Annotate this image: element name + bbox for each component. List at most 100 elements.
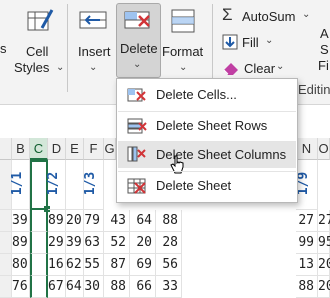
- grid-cell[interactable]: 39: [66, 232, 84, 254]
- grid-cell[interactable]: 89: [48, 210, 66, 232]
- column-header-e[interactable]: E: [66, 138, 84, 160]
- grid-cell[interactable]: 20: [130, 232, 156, 254]
- autosum-label: AutoSum: [242, 9, 296, 24]
- date-cell[interactable]: 1/9: [296, 160, 318, 210]
- grid-cell[interactable]: 28: [156, 232, 182, 254]
- grid-cell[interactable]: 87: [104, 254, 130, 276]
- chevron-down-icon: ⌄: [276, 61, 285, 72]
- grid-cell[interactable]: 80: [12, 254, 30, 276]
- column-header-g[interactable]: G: [104, 138, 116, 160]
- date-cell[interactable]: 1/1: [10, 160, 30, 210]
- grid-cell[interactable]: 13: [296, 254, 318, 276]
- grid-cell[interactable]: [30, 254, 48, 276]
- cell-styles-label-2: Styles: [14, 60, 50, 75]
- row-header[interactable]: [0, 232, 12, 254]
- grid-cell[interactable]: 99: [296, 232, 318, 254]
- grid-cell[interactable]: 27: [296, 210, 318, 232]
- delete-button[interactable]: Delete ⌄: [116, 3, 161, 78]
- grid-cell[interactable]: 39: [12, 210, 30, 232]
- date-cell[interactable]: 1/2: [46, 160, 66, 210]
- partial-label: s: [0, 41, 7, 56]
- menu-separator: [118, 111, 296, 112]
- grid-cell[interactable]: 64: [66, 276, 84, 298]
- grid-cell[interactable]: 27: [318, 210, 330, 232]
- grid-cell[interactable]: 29: [48, 232, 66, 254]
- fill-down-icon: [222, 34, 238, 50]
- grid-cell[interactable]: 66: [130, 276, 156, 298]
- grid-cell[interactable]: 67: [48, 276, 66, 298]
- grid-cell[interactable]: 30: [84, 276, 104, 298]
- chevron-down-icon: ⌄: [89, 62, 98, 73]
- cell-styles-icon: [27, 9, 54, 31]
- date-label: 1/1: [10, 171, 26, 196]
- delete-sheet-rows-icon: [127, 118, 147, 134]
- grid-cell[interactable]: 95: [318, 232, 330, 254]
- grid-cell[interactable]: 62: [66, 254, 84, 276]
- group-divider: [67, 4, 68, 92]
- grid-cell[interactable]: 20: [66, 210, 84, 232]
- grid-cell[interactable]: 89: [12, 232, 30, 254]
- grid-cell[interactable]: 20: [318, 254, 330, 276]
- grid-cell[interactable]: 55: [84, 254, 104, 276]
- grid-cell[interactable]: 64: [130, 210, 156, 232]
- menu-item-label: Delete Cells...: [156, 87, 237, 102]
- menu-item-delete-sheet[interactable]: Delete Sheet: [118, 173, 296, 199]
- mouse-cursor-icon: [170, 155, 184, 174]
- delete-dropdown-menu: Delete Cells... Delete Sheet Rows Delete…: [116, 78, 298, 203]
- column-header-n[interactable]: N: [296, 138, 318, 160]
- fill-label: Fill: [242, 35, 259, 50]
- column-header-f[interactable]: F: [84, 138, 104, 160]
- grid-cell[interactable]: 88: [156, 210, 182, 232]
- grid-cell[interactable]: 16: [48, 254, 66, 276]
- grid-cell[interactable]: 33: [156, 276, 182, 298]
- column-header-c[interactable]: C: [30, 138, 48, 160]
- menu-item-label: Delete Sheet Rows: [156, 118, 268, 133]
- row-header[interactable]: [0, 210, 12, 232]
- menu-item-label: Delete Sheet: [156, 178, 232, 193]
- delete-sheet-icon: [127, 178, 146, 194]
- column-header-b[interactable]: B: [12, 138, 30, 160]
- partial-label: A: [320, 26, 329, 41]
- row-header[interactable]: [0, 254, 12, 276]
- editing-group-label: Editing: [298, 82, 330, 97]
- grid-cell[interactable]: 88: [104, 276, 130, 298]
- eraser-icon: [223, 63, 238, 75]
- row-header[interactable]: [0, 276, 12, 298]
- grid-cell[interactable]: [30, 232, 48, 254]
- menu-item-delete-sheet-rows[interactable]: Delete Sheet Rows: [118, 113, 296, 139]
- format-button[interactable]: Format ⌄: [160, 4, 206, 76]
- insert-button[interactable]: Insert ⌄: [72, 4, 114, 76]
- grid-cell[interactable]: 76: [12, 276, 30, 298]
- grid-cell[interactable]: 43: [104, 210, 130, 232]
- grid-cell[interactable]: 20: [318, 276, 330, 298]
- grid-cell[interactable]: 52: [104, 232, 130, 254]
- delete-label: Delete: [120, 41, 158, 56]
- delete-cells-icon: [127, 88, 146, 102]
- grid-cell[interactable]: 63: [84, 232, 104, 254]
- menu-item-delete-sheet-columns[interactable]: Delete Sheet Columns: [118, 142, 296, 174]
- partial-label: Fi: [318, 58, 329, 73]
- chevron-down-icon: ⌄: [265, 35, 274, 46]
- column-header-o[interactable]: O: [318, 138, 330, 160]
- fill-button[interactable]: Fill ⌄: [220, 32, 290, 54]
- date-label: 1/2: [46, 171, 62, 196]
- date-label: 1/9: [296, 171, 312, 196]
- grid-cell[interactable]: 56: [156, 254, 182, 276]
- cell-styles-button[interactable]: Cell Styles ⌄: [14, 4, 66, 76]
- autosum-button[interactable]: Σ AutoSum ⌄: [220, 5, 310, 28]
- cell-styles-label-1: Cell: [26, 44, 49, 59]
- grid-cell[interactable]: [30, 210, 48, 232]
- chevron-down-icon: ⌄: [56, 62, 65, 73]
- grid-cell[interactable]: 79: [84, 210, 104, 232]
- chevron-down-icon: ⌄: [133, 59, 142, 70]
- grid-cell[interactable]: 69: [130, 254, 156, 276]
- grid-cell[interactable]: 88: [296, 276, 318, 298]
- partial-label: S: [320, 42, 329, 57]
- clear-button[interactable]: Clear ⌄: [220, 58, 290, 80]
- date-cell[interactable]: [66, 160, 84, 210]
- grid-cell[interactable]: [30, 276, 48, 298]
- menu-item-delete-cells[interactable]: Delete Cells...: [118, 82, 296, 108]
- column-header-d[interactable]: D: [48, 138, 66, 160]
- date-label: 1/3: [83, 171, 99, 196]
- date-cell[interactable]: 1/3: [83, 160, 104, 210]
